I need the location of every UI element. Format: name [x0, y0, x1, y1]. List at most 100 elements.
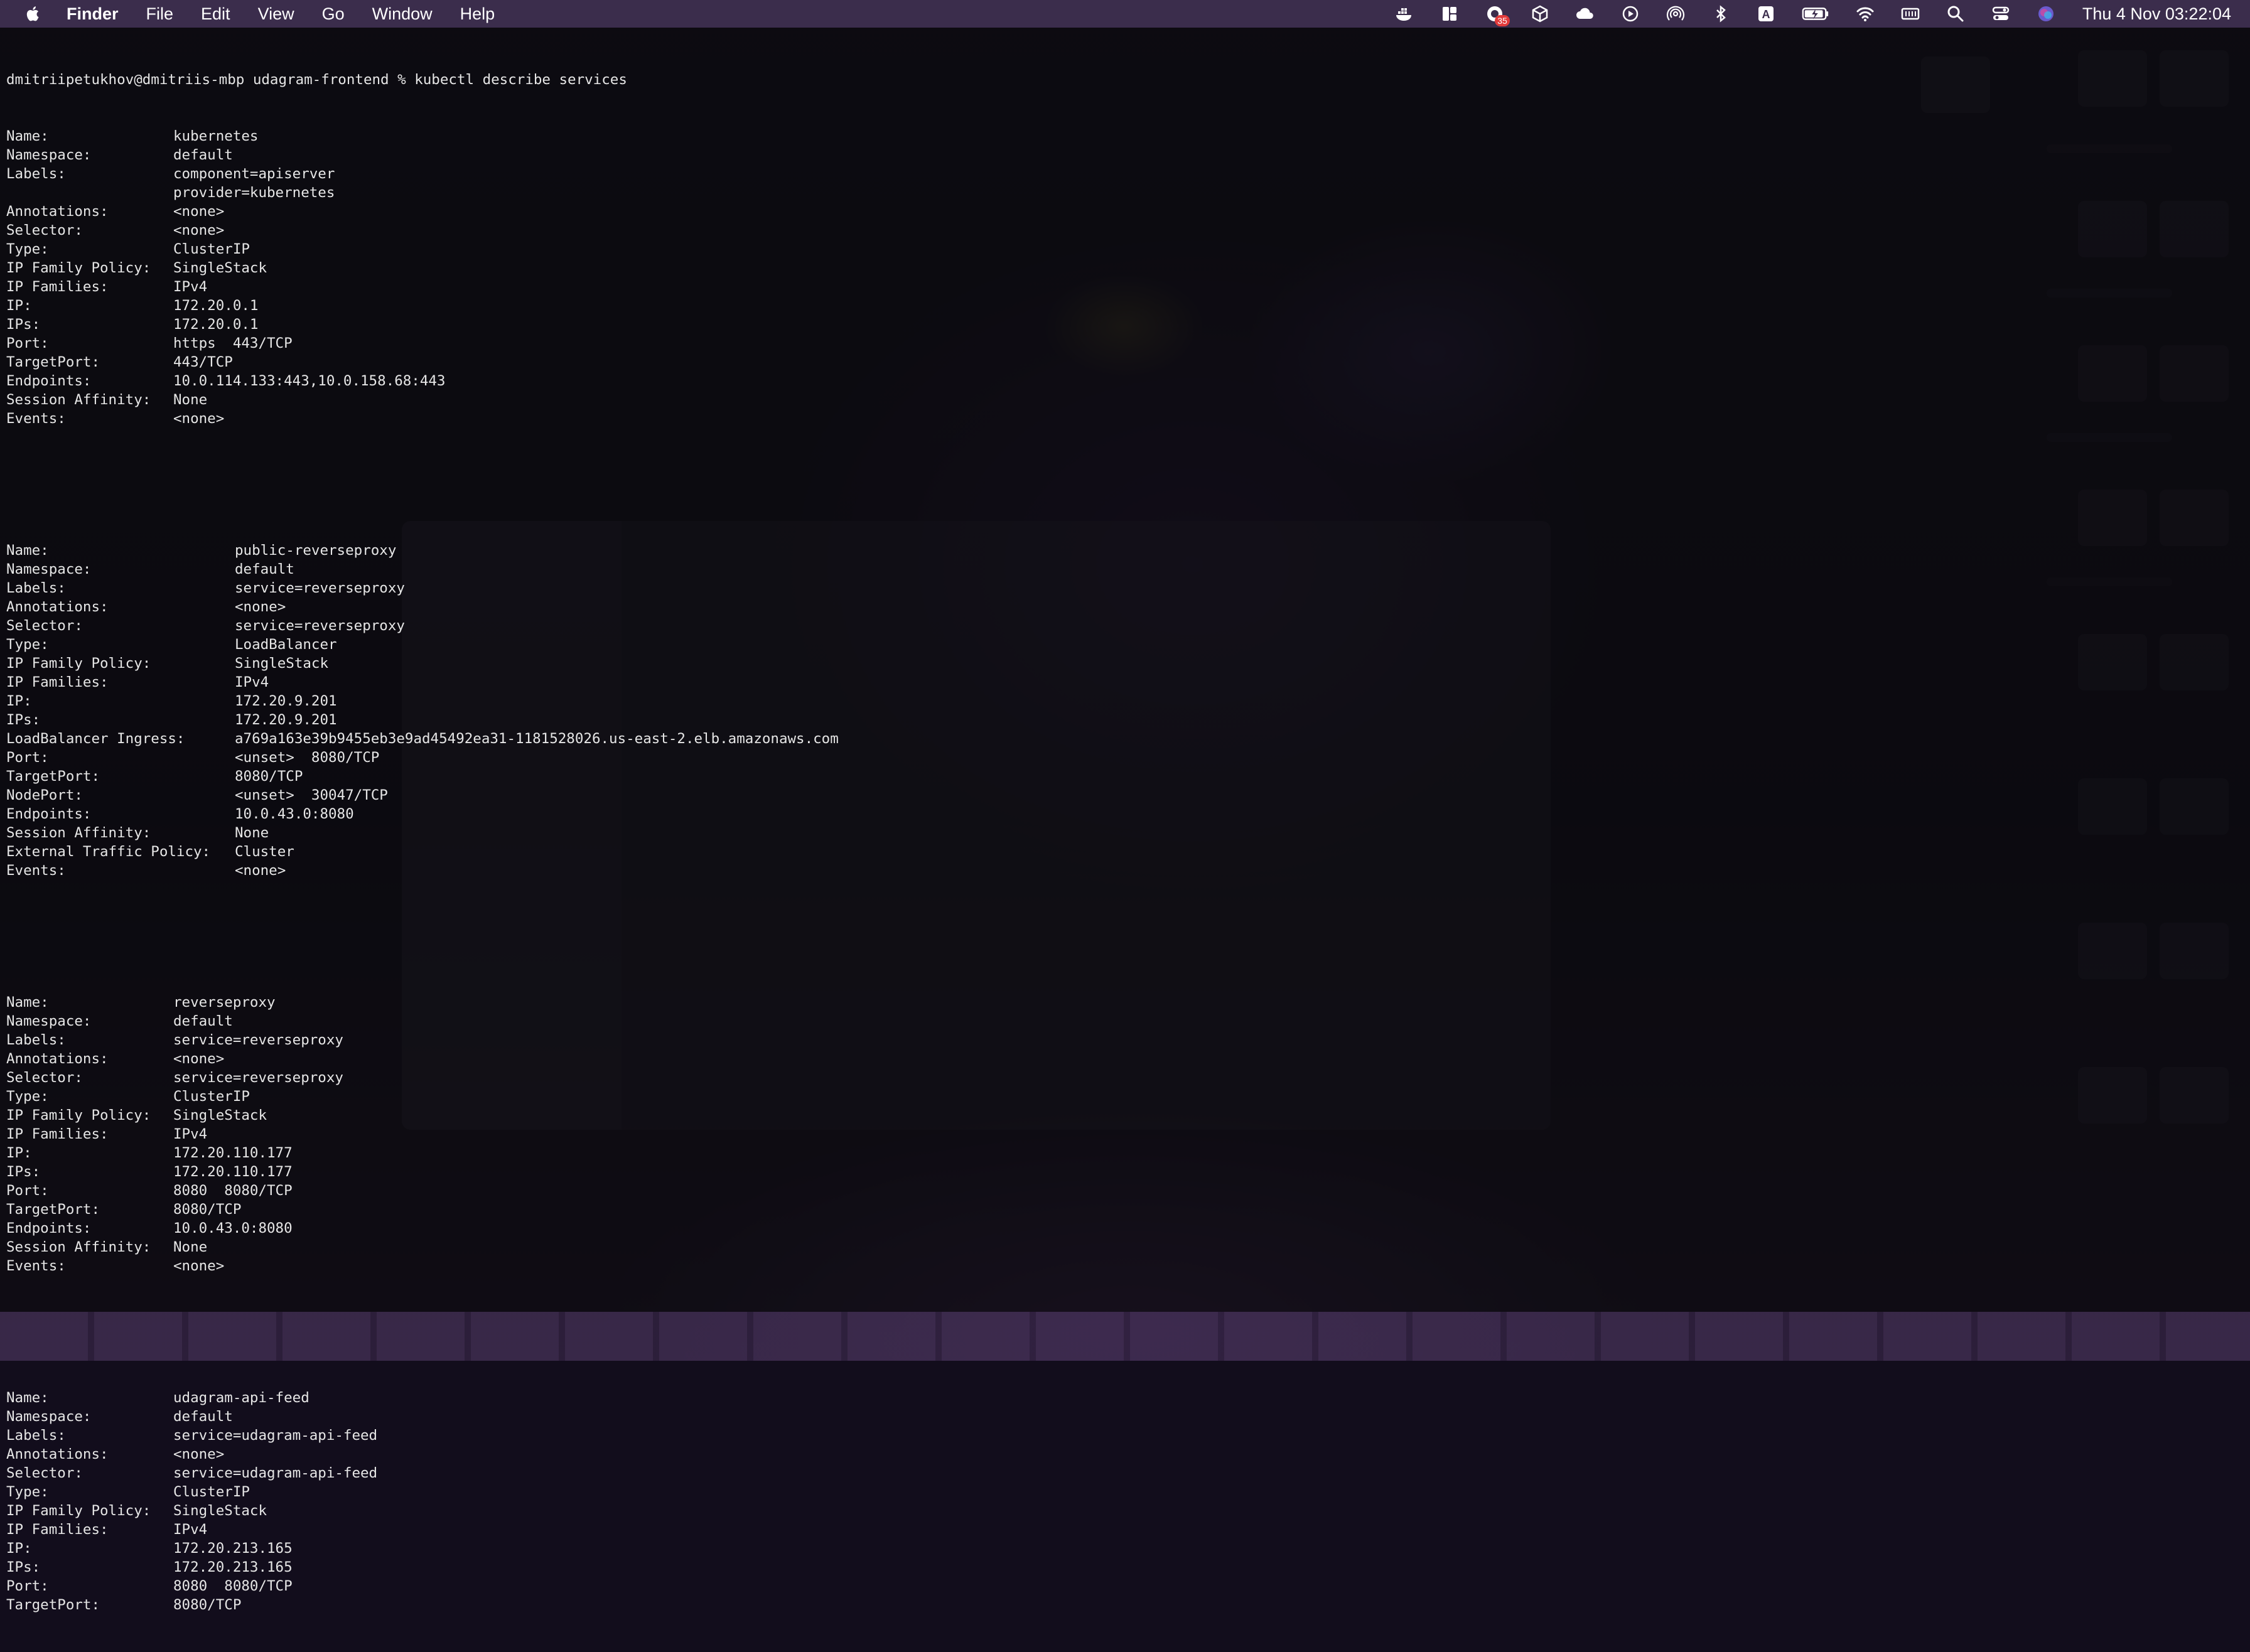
field-value: None — [235, 825, 269, 841]
terminal-line: Type: ClusterIP — [6, 1087, 839, 1106]
terminal-line: IPs: 172.20.213.165 — [6, 1558, 839, 1577]
terminal-line: Namespace: default — [6, 1012, 839, 1031]
terminal-line: External Traffic Policy: Cluster — [6, 842, 839, 861]
cloud-icon[interactable] — [1574, 3, 1596, 25]
field-value: default — [173, 1013, 233, 1029]
terminal-line: Labels: service=reverseproxy — [6, 579, 839, 598]
menu-help[interactable]: Help — [460, 4, 495, 24]
terminal-line: IP: 172.20.110.177 — [6, 1144, 839, 1162]
field-key: IP: — [6, 1540, 32, 1557]
field-key: Selector: — [6, 1465, 83, 1481]
siri-icon[interactable] — [2035, 3, 2057, 25]
terminal-prompt: dmitriipetukhov@dmitriis-mbp udagram-fro… — [6, 70, 839, 89]
docker-icon[interactable] — [1393, 3, 1416, 25]
menu-edit[interactable]: Edit — [201, 4, 230, 24]
field-key: Session Affinity: — [6, 825, 151, 841]
field-key: Namespace: — [6, 147, 92, 163]
field-key: Name: — [6, 1390, 49, 1406]
terminal-line: Name: kubernetes — [6, 127, 839, 146]
field-value: https 443/TCP — [173, 335, 293, 351]
layout-icon[interactable] — [1438, 3, 1461, 25]
terminal-line: Name: public-reverseproxy — [6, 541, 839, 560]
wifi-icon[interactable] — [1854, 3, 1876, 25]
terminal-line: TargetPort: 8080/TCP — [6, 1200, 839, 1219]
terminal-line: IP Families: IPv4 — [6, 1520, 839, 1539]
menu-app-finder[interactable]: Finder — [67, 4, 119, 24]
terminal-line: Selector: service=udagram-api-feed — [6, 1464, 839, 1483]
field-key: IPs: — [6, 1164, 41, 1180]
terminal-line: Session Affinity: None — [6, 823, 839, 842]
field-value: service=reverseproxy — [235, 618, 405, 634]
menu-file[interactable]: File — [146, 4, 174, 24]
terminal-line: IP Family Policy: SingleStack — [6, 1106, 839, 1125]
field-value: 8080 8080/TCP — [173, 1183, 293, 1199]
field-key: IP Family Policy: — [6, 260, 151, 276]
menu-window[interactable]: Window — [372, 4, 433, 24]
field-value: default — [235, 561, 294, 577]
field-value: 10.0.43.0:8080 — [235, 806, 354, 822]
status-bar-right: 35 A Thu 4 Nov 03:22:04 — [1370, 0, 2231, 28]
field-value: provider=kubernetes — [173, 185, 335, 201]
apple-menu-icon[interactable] — [24, 4, 44, 24]
terminal-line: Labels: component=apiserver — [6, 164, 839, 183]
memory-icon[interactable] — [1899, 3, 1922, 25]
field-key: TargetPort: — [6, 1201, 100, 1218]
terminal-line: Type: ClusterIP — [6, 240, 839, 259]
field-value: ClusterIP — [173, 1088, 250, 1105]
field-value: <none> — [173, 1446, 225, 1462]
terminal-line: Selector: <none> — [6, 221, 839, 240]
field-value: <none> — [173, 222, 225, 239]
field-value: IPv4 — [173, 1521, 208, 1538]
field-value: <unset> 30047/TCP — [235, 787, 388, 803]
field-key: Session Affinity: — [6, 1239, 151, 1255]
airdrop-icon[interactable] — [1664, 3, 1687, 25]
menu-view[interactable]: View — [258, 4, 294, 24]
field-key: TargetPort: — [6, 768, 100, 785]
terminal-line: IP Family Policy: SingleStack — [6, 1501, 839, 1520]
field-value: udagram-api-feed — [173, 1390, 310, 1406]
field-value: 172.20.213.165 — [173, 1540, 293, 1557]
field-value: 172.20.9.201 — [235, 712, 337, 728]
terminal-line: Events: <none> — [6, 861, 839, 880]
notification-app-icon[interactable]: 35 — [1483, 3, 1510, 26]
field-value: 172.20.110.177 — [173, 1145, 293, 1161]
service-block-public-reverseproxy: Name: public-reverseproxy Namespace: defaul… — [6, 541, 839, 880]
battery-icon[interactable] — [1800, 3, 1831, 25]
field-value: service=udagram-api-feed — [173, 1465, 378, 1481]
field-key: Namespace: — [6, 1013, 92, 1029]
menu-go[interactable]: Go — [322, 4, 345, 24]
terminal-line: Events: <none> — [6, 1257, 839, 1275]
field-value: kubernetes — [173, 128, 259, 144]
service-block-reverseproxy: Name: reverseproxy Namespace: default Labels… — [6, 993, 839, 1275]
menubar-clock[interactable]: Thu 4 Nov 03:22:04 — [2082, 4, 2231, 24]
terminal-line: Endpoints: 10.0.43.0:8080 — [6, 1219, 839, 1238]
field-key: Endpoints: — [6, 1220, 92, 1236]
field-value: ClusterIP — [173, 1484, 250, 1500]
terminal-line: IP Family Policy: SingleStack — [6, 654, 839, 673]
terminal-line: IP Families: IPv4 — [6, 673, 839, 692]
terminal-line: TargetPort: 8080/TCP — [6, 1596, 839, 1614]
input-source-icon[interactable]: A — [1755, 3, 1777, 25]
field-value: None — [173, 392, 208, 408]
field-key: IP: — [6, 1145, 32, 1161]
field-value: IPv4 — [173, 1126, 208, 1142]
play-circle-icon[interactable] — [1619, 3, 1642, 25]
field-key: Events: — [6, 862, 66, 879]
spotlight-search-icon[interactable] — [1944, 3, 1967, 25]
terminal-line: Endpoints: 10.0.114.133:443,10.0.158.68:4… — [6, 372, 839, 390]
field-value: default — [173, 147, 233, 163]
field-key: Type: — [6, 1484, 49, 1500]
field-value: reverseproxy — [173, 994, 276, 1011]
terminal-window[interactable]: dmitriipetukhov@dmitriis-mbp udagram-fro… — [0, 28, 2250, 1613]
field-value: <none> — [173, 1258, 225, 1274]
terminal-line: Annotations: <none> — [6, 1049, 839, 1068]
terminal-line: NodePort: <unset> 30047/TCP — [6, 786, 839, 805]
package-icon[interactable] — [1529, 3, 1551, 25]
field-value: <unset> 8080/TCP — [235, 749, 380, 766]
bluetooth-icon[interactable] — [1709, 3, 1732, 25]
field-key: IPs: — [6, 1559, 41, 1575]
field-key: Name: — [6, 994, 49, 1011]
field-value: 10.0.43.0:8080 — [173, 1220, 293, 1236]
notification-badge: 35 — [1495, 15, 1510, 26]
control-center-icon[interactable] — [1989, 3, 2012, 25]
